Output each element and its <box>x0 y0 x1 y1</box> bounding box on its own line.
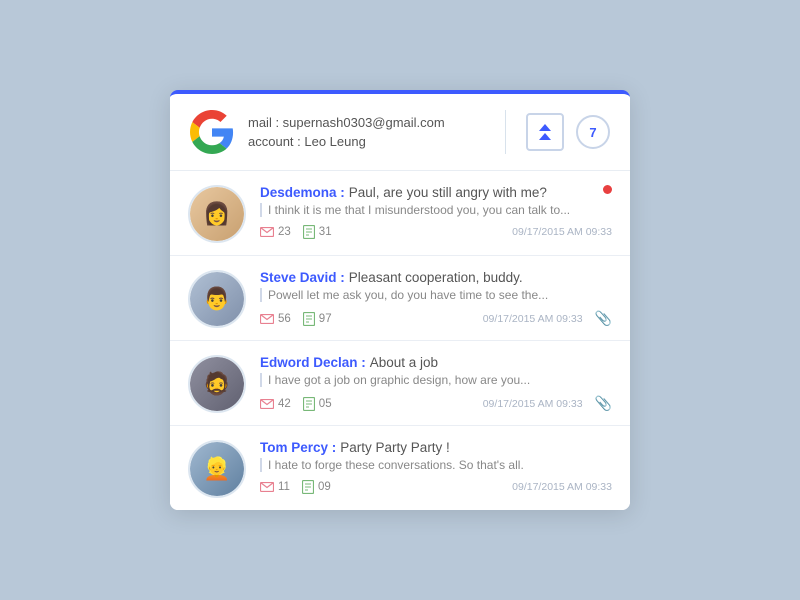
doc-stat: 05 <box>303 397 332 411</box>
message-preview: Powell let me ask you, do you have time … <box>260 288 612 302</box>
message-item-edword[interactable]: 🧔 Edword Declan : About a job I have got a … <box>170 341 630 426</box>
doc-stat: 97 <box>303 312 332 326</box>
google-logo <box>190 110 234 154</box>
sender-name: Desdemona : <box>260 185 345 200</box>
message-item-steve[interactable]: 👨 Steve David : Pleasant cooperation, budd… <box>170 256 630 341</box>
avatar-desdemona: 👩 <box>188 185 246 243</box>
mail-stat: 11 <box>260 481 290 493</box>
message-title-steve: Steve David : Pleasant cooperation, buddy… <box>260 270 612 285</box>
message-subject: About a job <box>370 355 438 370</box>
mail-icon <box>260 399 274 409</box>
doc-icon <box>303 225 315 239</box>
mail-icon <box>260 227 274 237</box>
doc-stat: 31 <box>303 225 332 239</box>
message-subject: Pleasant cooperation, buddy. <box>349 270 523 285</box>
avatar-steve: 👨 <box>188 270 246 328</box>
avatar-tom: 👱 <box>188 440 246 498</box>
message-time: 09/17/2015 AM 09:33 <box>483 313 583 325</box>
message-subject: Paul, are you still angry with me? <box>349 185 547 200</box>
collapse-button[interactable] <box>526 113 564 151</box>
message-time: 09/17/2015 AM 09:33 <box>512 481 612 493</box>
mail-stat: 23 <box>260 226 291 238</box>
mail-icon <box>260 482 274 492</box>
avatar-edword: 🧔 <box>188 355 246 413</box>
avatar-face: 👩 <box>190 187 244 241</box>
message-body-steve: Steve David : Pleasant cooperation, buddy… <box>260 270 612 328</box>
header: mail : supernash0303@gmail.com account :… <box>170 94 630 171</box>
chevron-up-icon-2 <box>539 133 551 140</box>
doc-icon <box>303 312 315 326</box>
mail-stat: 56 <box>260 313 291 325</box>
mail-icon <box>260 314 274 324</box>
message-title-tom: Tom Percy : Party Party Party ! <box>260 440 612 455</box>
message-footer: 11 09 09/17/2015 AM 09:33 <box>260 480 612 494</box>
message-body-tom: Tom Percy : Party Party Party ! I hate to … <box>260 440 612 498</box>
sender-name: Tom Percy : <box>260 440 336 455</box>
message-body-desdemona: Desdemona : Paul, are you still angry wit… <box>260 185 612 243</box>
sender-name: Steve David : <box>260 270 345 285</box>
message-time: 09/17/2015 AM 09:33 <box>512 226 612 238</box>
main-card: mail : supernash0303@gmail.com account :… <box>170 90 630 510</box>
mail-address: mail : supernash0303@gmail.com <box>248 113 497 133</box>
account-name: account : Leo Leung <box>248 132 497 152</box>
message-time: 09/17/2015 AM 09:33 <box>483 398 583 410</box>
messages-list: 👩 Desdemona : Paul, are you still angry wi… <box>170 171 630 510</box>
chevron-up-icon <box>539 124 551 131</box>
message-footer: 56 97 09/17/2015 AM 09:33 📎 <box>260 310 612 327</box>
doc-icon <box>303 397 315 411</box>
mail-stat: 42 <box>260 398 291 410</box>
avatar-face: 👱 <box>190 442 244 496</box>
header-actions: 7 <box>526 113 610 151</box>
sender-name: Edword Declan : <box>260 355 366 370</box>
avatar-face: 👨 <box>190 272 244 326</box>
header-divider <box>505 110 506 154</box>
paperclip-icon: 📎 <box>595 310 612 327</box>
message-body-edword: Edword Declan : About a job I have got a j… <box>260 355 612 413</box>
paperclip-icon: 📎 <box>595 395 612 412</box>
message-footer: 42 05 09/17/2015 AM 09:33 📎 <box>260 395 612 412</box>
message-preview: I think it is me that I misunderstood yo… <box>260 203 612 217</box>
doc-stat: 09 <box>302 480 331 494</box>
message-preview: I have got a job on graphic design, how … <box>260 373 612 387</box>
message-title-desdemona: Desdemona : Paul, are you still angry wit… <box>260 185 612 200</box>
doc-icon <box>302 480 314 494</box>
message-title-edword: Edword Declan : About a job <box>260 355 612 370</box>
notification-badge[interactable]: 7 <box>576 115 610 149</box>
message-footer: 23 31 09/17/2015 AM 09:33 <box>260 225 612 239</box>
header-info: mail : supernash0303@gmail.com account :… <box>248 113 497 152</box>
message-item-tom[interactable]: 👱 Tom Percy : Party Party Party ! I hate to… <box>170 426 630 510</box>
avatar-face: 🧔 <box>190 357 244 411</box>
unread-dot <box>603 185 612 194</box>
message-preview: I hate to forge these conversations. So … <box>260 458 612 472</box>
message-subject: Party Party Party ! <box>340 440 450 455</box>
message-item-desdemona[interactable]: 👩 Desdemona : Paul, are you still angry wi… <box>170 171 630 256</box>
